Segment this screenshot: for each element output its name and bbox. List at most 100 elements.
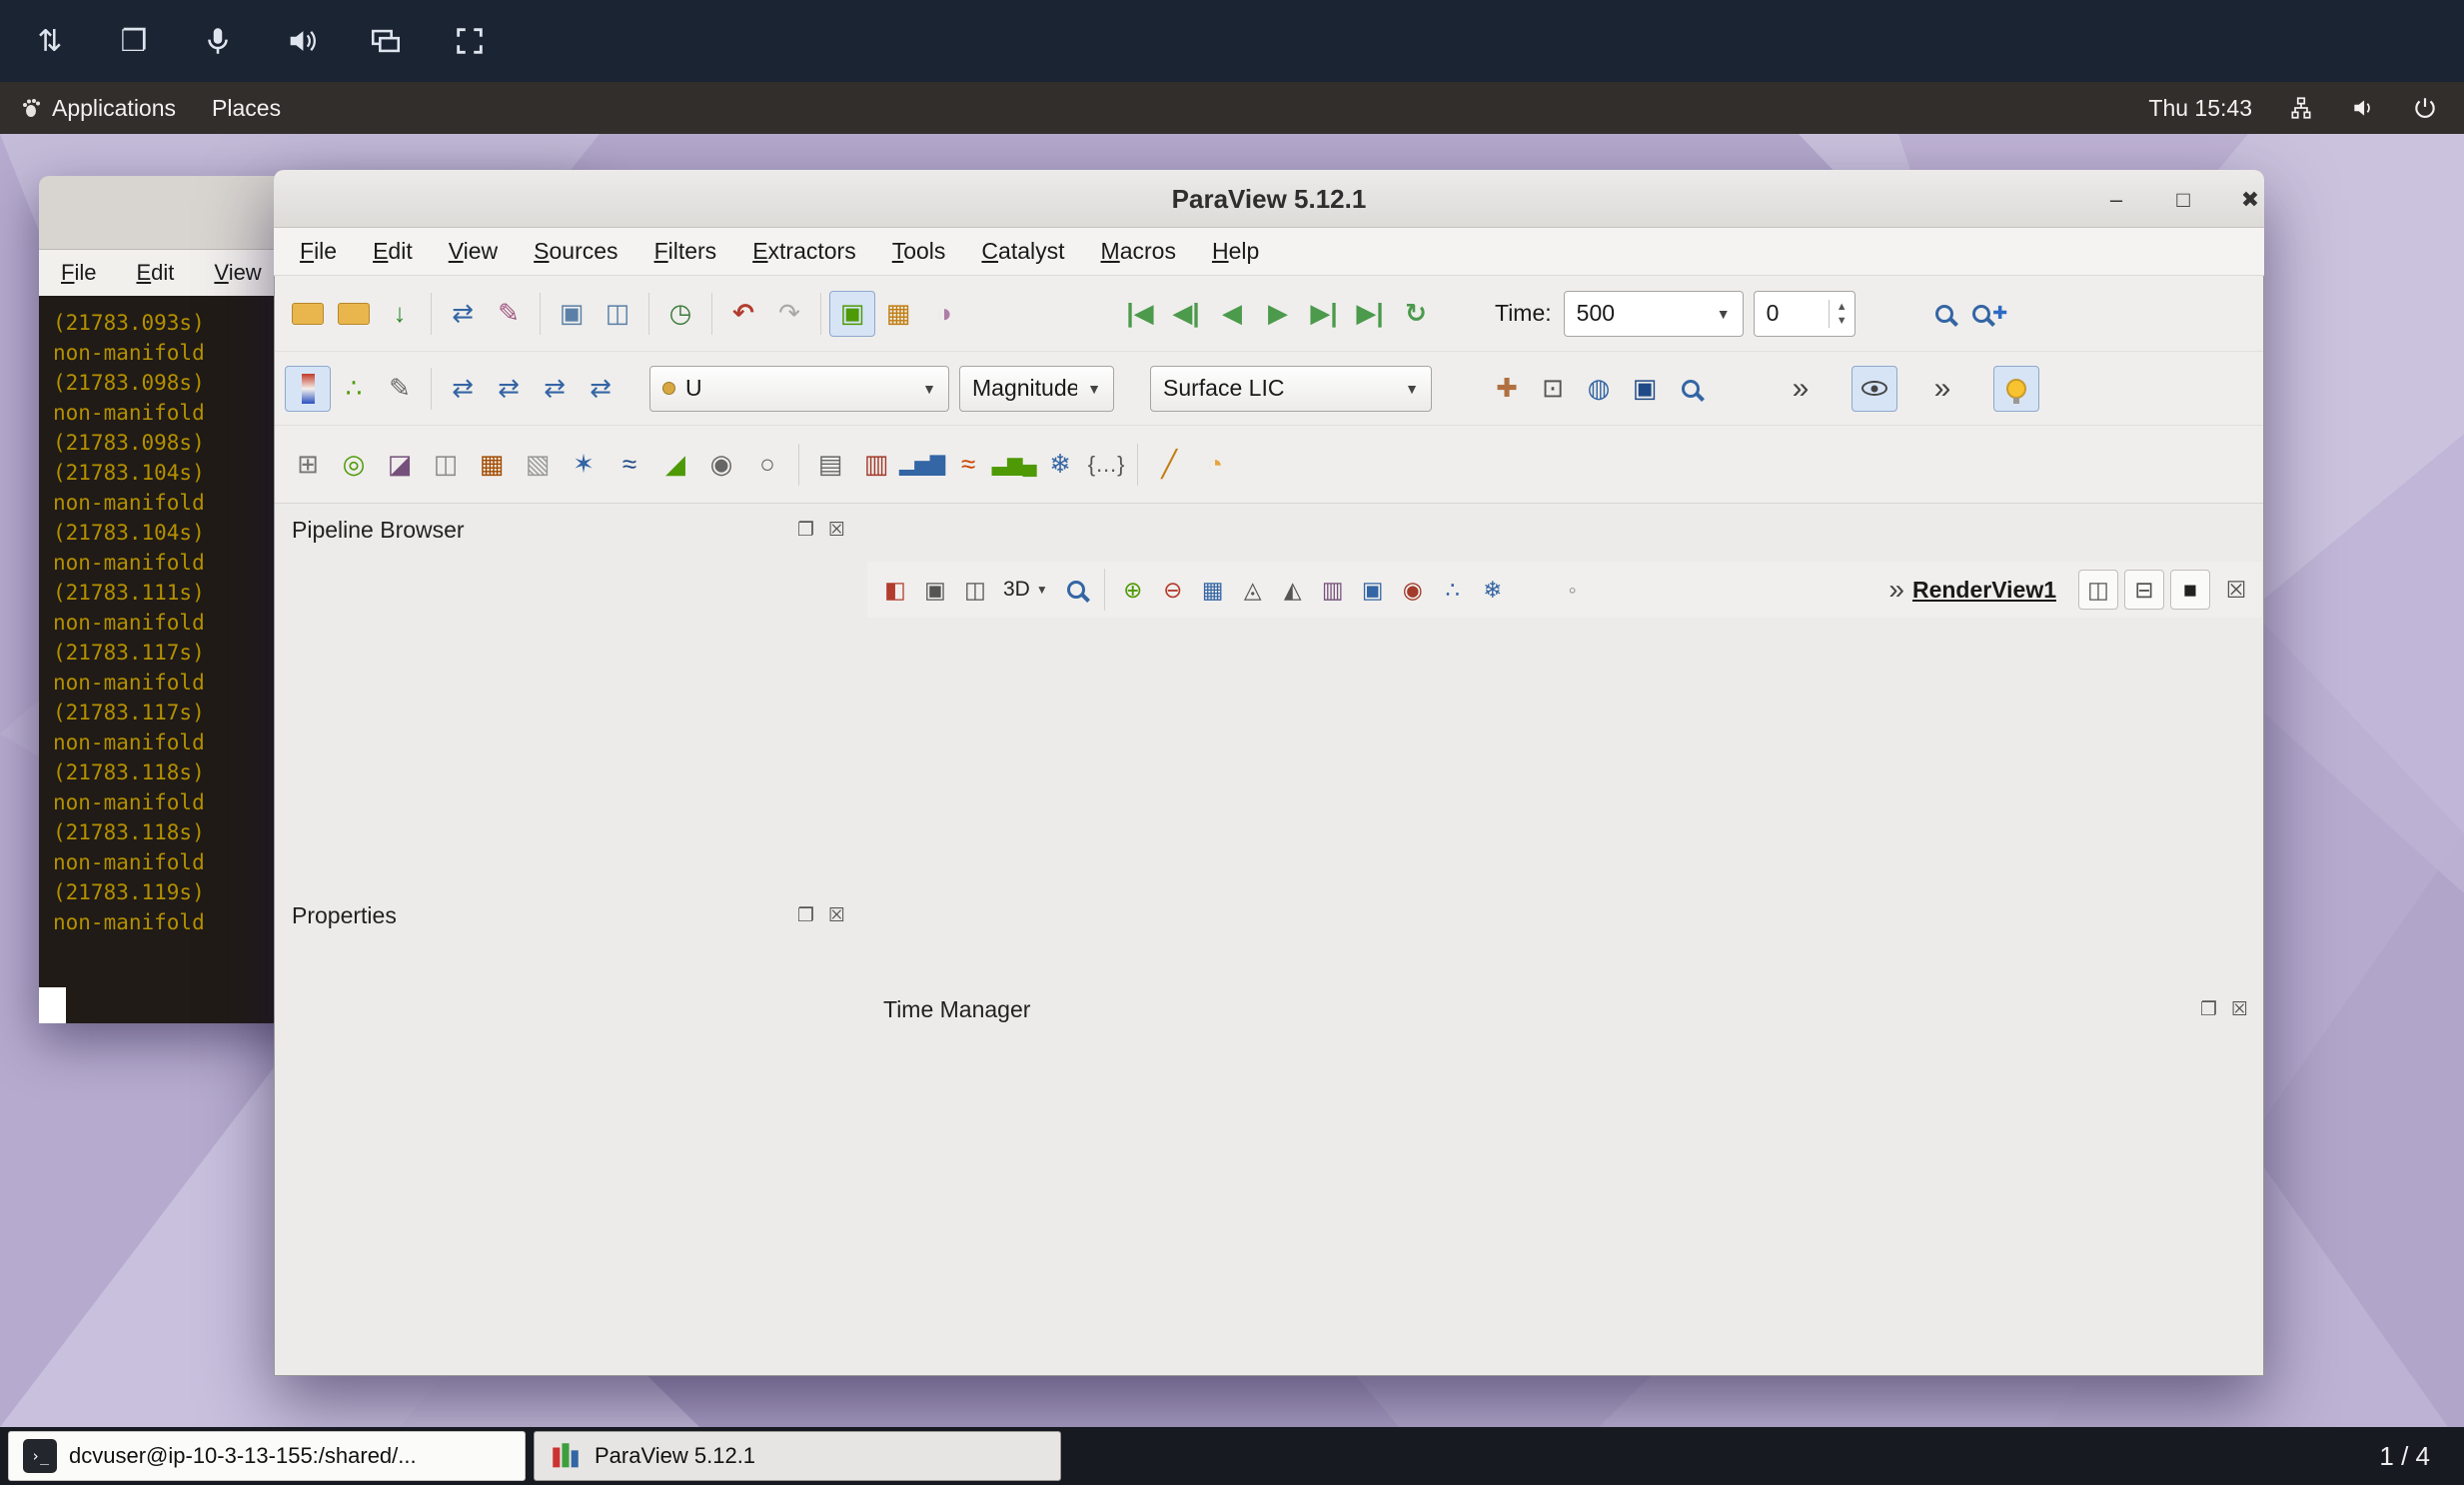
menu-help[interactable]: Help <box>1212 238 1259 265</box>
float-panel-icon[interactable]: ❐ <box>797 904 814 927</box>
ruler-icon[interactable]: ╱ <box>1146 442 1192 488</box>
overflow-chevrons[interactable]: » <box>1778 366 1824 412</box>
close-view-button[interactable]: ☒ <box>2216 570 2256 610</box>
edit-colormap-icon[interactable]: ✎ <box>377 366 423 412</box>
zoom-plus-icon[interactable]: ✚ <box>1967 291 2013 337</box>
frame-spinbox[interactable]: 0 ▲▼ <box>1754 291 1855 337</box>
menu-file[interactable]: File <box>300 238 337 265</box>
brush-icon[interactable]: ✎ <box>486 291 532 337</box>
menu-filters[interactable]: Filters <box>654 238 717 265</box>
speaker-icon[interactable] <box>280 19 324 63</box>
source-cube-icon[interactable]: ▣ <box>549 291 595 337</box>
redo-icon[interactable]: ↷ <box>766 291 812 337</box>
warp-by-vector-icon[interactable]: ◢ <box>652 442 698 488</box>
play-icon[interactable]: ▶ <box>1255 291 1301 337</box>
zoom-to-box-icon[interactable] <box>1668 366 1714 412</box>
protractor-icon[interactable]: ◔ <box>1192 442 1238 488</box>
split-horizontal-button[interactable]: ◫ <box>2078 570 2118 610</box>
threshold-icon[interactable]: ▦ <box>469 442 515 488</box>
float-panel-icon[interactable]: ❐ <box>797 519 814 542</box>
play-reverse-icon[interactable]: ◀ <box>1209 291 1255 337</box>
zoom-icon[interactable] <box>1921 291 1967 337</box>
colormap-icon[interactable] <box>285 366 331 412</box>
hover-points-icon[interactable] <box>1513 570 1553 610</box>
select-polygon-points-icon[interactable]: ▥ <box>1313 570 1353 610</box>
rescale-temporal-range-icon[interactable]: ⇄ <box>532 366 578 412</box>
reset-camera-closest-icon[interactable]: ◍ <box>1576 366 1622 412</box>
reset-session-clock-icon[interactable]: ◷ <box>657 291 703 337</box>
menu-catalyst[interactable]: Catalyst <box>981 238 1064 265</box>
open-file-icon[interactable] <box>285 291 331 337</box>
clip-icon[interactable]: ◪ <box>377 442 423 488</box>
representation-combobox[interactable]: Surface LIC ▼ <box>1150 366 1432 412</box>
menu-tools[interactable]: Tools <box>892 238 946 265</box>
capture-screenshot-icon[interactable]: ◫ <box>955 570 995 610</box>
glyph-icon[interactable]: ✶ <box>561 442 607 488</box>
close-panel-icon[interactable]: ☒ <box>828 519 845 542</box>
renderview-name[interactable]: RenderView1 <box>1912 577 2056 604</box>
displays-icon[interactable] <box>364 19 408 63</box>
workspace-indicator[interactable]: 1 / 4 <box>2379 1441 2456 1472</box>
extract-selection-icon[interactable]: ▥ <box>853 442 899 488</box>
rescale-visible-range-icon[interactable]: ⇄ <box>578 366 623 412</box>
float-panel-icon[interactable]: ❐ <box>2200 998 2217 1021</box>
plot-selection-icon[interactable]: ▃▆▄ <box>991 442 1037 488</box>
slice-icon[interactable]: ◫ <box>423 442 469 488</box>
spin-buttons[interactable]: ▲▼ <box>1829 300 1854 328</box>
select-points-on-icon[interactable]: ⊖ <box>1153 570 1193 610</box>
next-frame-icon[interactable]: ▶| <box>1301 291 1347 337</box>
group-datasets-icon[interactable]: ◉ <box>698 442 744 488</box>
windows-icon[interactable]: ❐ <box>112 19 156 63</box>
component-combobox[interactable]: Magnitude ▼ <box>959 366 1114 412</box>
stream-tracer-icon[interactable]: ≈ <box>607 442 652 488</box>
close-panel-icon[interactable]: ☒ <box>828 904 845 927</box>
multiblock-cubes-icon[interactable]: ◫ <box>595 291 640 337</box>
visibility-eye-button[interactable] <box>1851 366 1897 412</box>
taskbar-item-paraview[interactable]: ParaView 5.12.1 <box>534 1431 1061 1481</box>
connect-icon[interactable]: ⇄ <box>440 291 486 337</box>
color-array-combobox[interactable]: U ▼ <box>649 366 949 412</box>
interaction-mode-combobox[interactable]: 3D ▼ <box>995 578 1056 602</box>
interactive-select-cells-icon[interactable]: ◉ <box>1393 570 1433 610</box>
export-scene-icon[interactable]: ◧ <box>875 570 915 610</box>
color-spheres-icon[interactable]: ∴ <box>331 366 377 412</box>
microphone-icon[interactable] <box>196 19 240 63</box>
overflow-chevrons[interactable]: » <box>1880 574 1912 606</box>
menu-edit[interactable]: Edit <box>373 238 413 265</box>
palette-icon[interactable]: ◑ <box>921 291 967 337</box>
spin-up-icon[interactable]: ▲ <box>1837 300 1848 314</box>
maximize-button[interactable]: □ <box>2165 182 2201 218</box>
spin-down-icon[interactable]: ▼ <box>1837 314 1848 328</box>
select-block-icon[interactable]: ▣ <box>1353 570 1393 610</box>
select-frustum-cells-icon[interactable]: ▦ <box>1193 570 1233 610</box>
input-passthrough-icon[interactable]: ⇅ <box>28 19 72 63</box>
first-frame-icon[interactable]: |◀ <box>1117 291 1163 337</box>
overflow-chevrons[interactable]: » <box>1919 366 1965 412</box>
zoom-to-data-icon[interactable]: ⊡ <box>1530 366 1576 412</box>
plot-over-line-icon[interactable]: ≈ <box>945 442 991 488</box>
interactive-select-points-icon[interactable]: ∴ <box>1433 570 1473 610</box>
save-data-icon[interactable]: ↓ <box>377 291 423 337</box>
time-combobox[interactable]: 500 ▼ <box>1564 291 1744 337</box>
calculator-icon[interactable]: ⊞ <box>285 442 331 488</box>
paraview-titlebar[interactable]: ParaView 5.12.1 – □ ✖ <box>274 170 2264 228</box>
zoom-closest-icon[interactable]: ▣ <box>1622 366 1668 412</box>
extract-subset-icon[interactable]: ▧ <box>515 442 561 488</box>
select-cells-on-icon[interactable]: ⊕ <box>1113 570 1153 610</box>
menu-macros[interactable]: Macros <box>1101 238 1176 265</box>
menu-extractors[interactable]: Extractors <box>752 238 856 265</box>
light-kit-button[interactable] <box>1993 366 2039 412</box>
select-frustum-points-icon[interactable]: ◬ <box>1233 570 1273 610</box>
close-button[interactable]: ✖ <box>2232 182 2268 218</box>
clock[interactable]: Thu 15:43 <box>2130 82 2270 134</box>
extract-block-icon[interactable]: ○ <box>744 442 790 488</box>
zoom-to-box-icon[interactable] <box>1056 570 1096 610</box>
split-vertical-button[interactable]: ⊟ <box>2124 570 2164 610</box>
rescale-data-range-icon[interactable]: ⇄ <box>440 366 486 412</box>
taskbar-item-terminal[interactable]: ›_ dcvuser@ip-10-3-13-155:/shared/... <box>8 1431 526 1481</box>
reset-camera-icon[interactable]: ✚ <box>1484 366 1530 412</box>
rescale-custom-range-icon[interactable]: ⇄ <box>486 366 532 412</box>
power-icon[interactable] <box>2394 82 2464 134</box>
network-icon[interactable] <box>2270 82 2332 134</box>
adjust-camera-icon[interactable]: ▣ <box>915 570 955 610</box>
